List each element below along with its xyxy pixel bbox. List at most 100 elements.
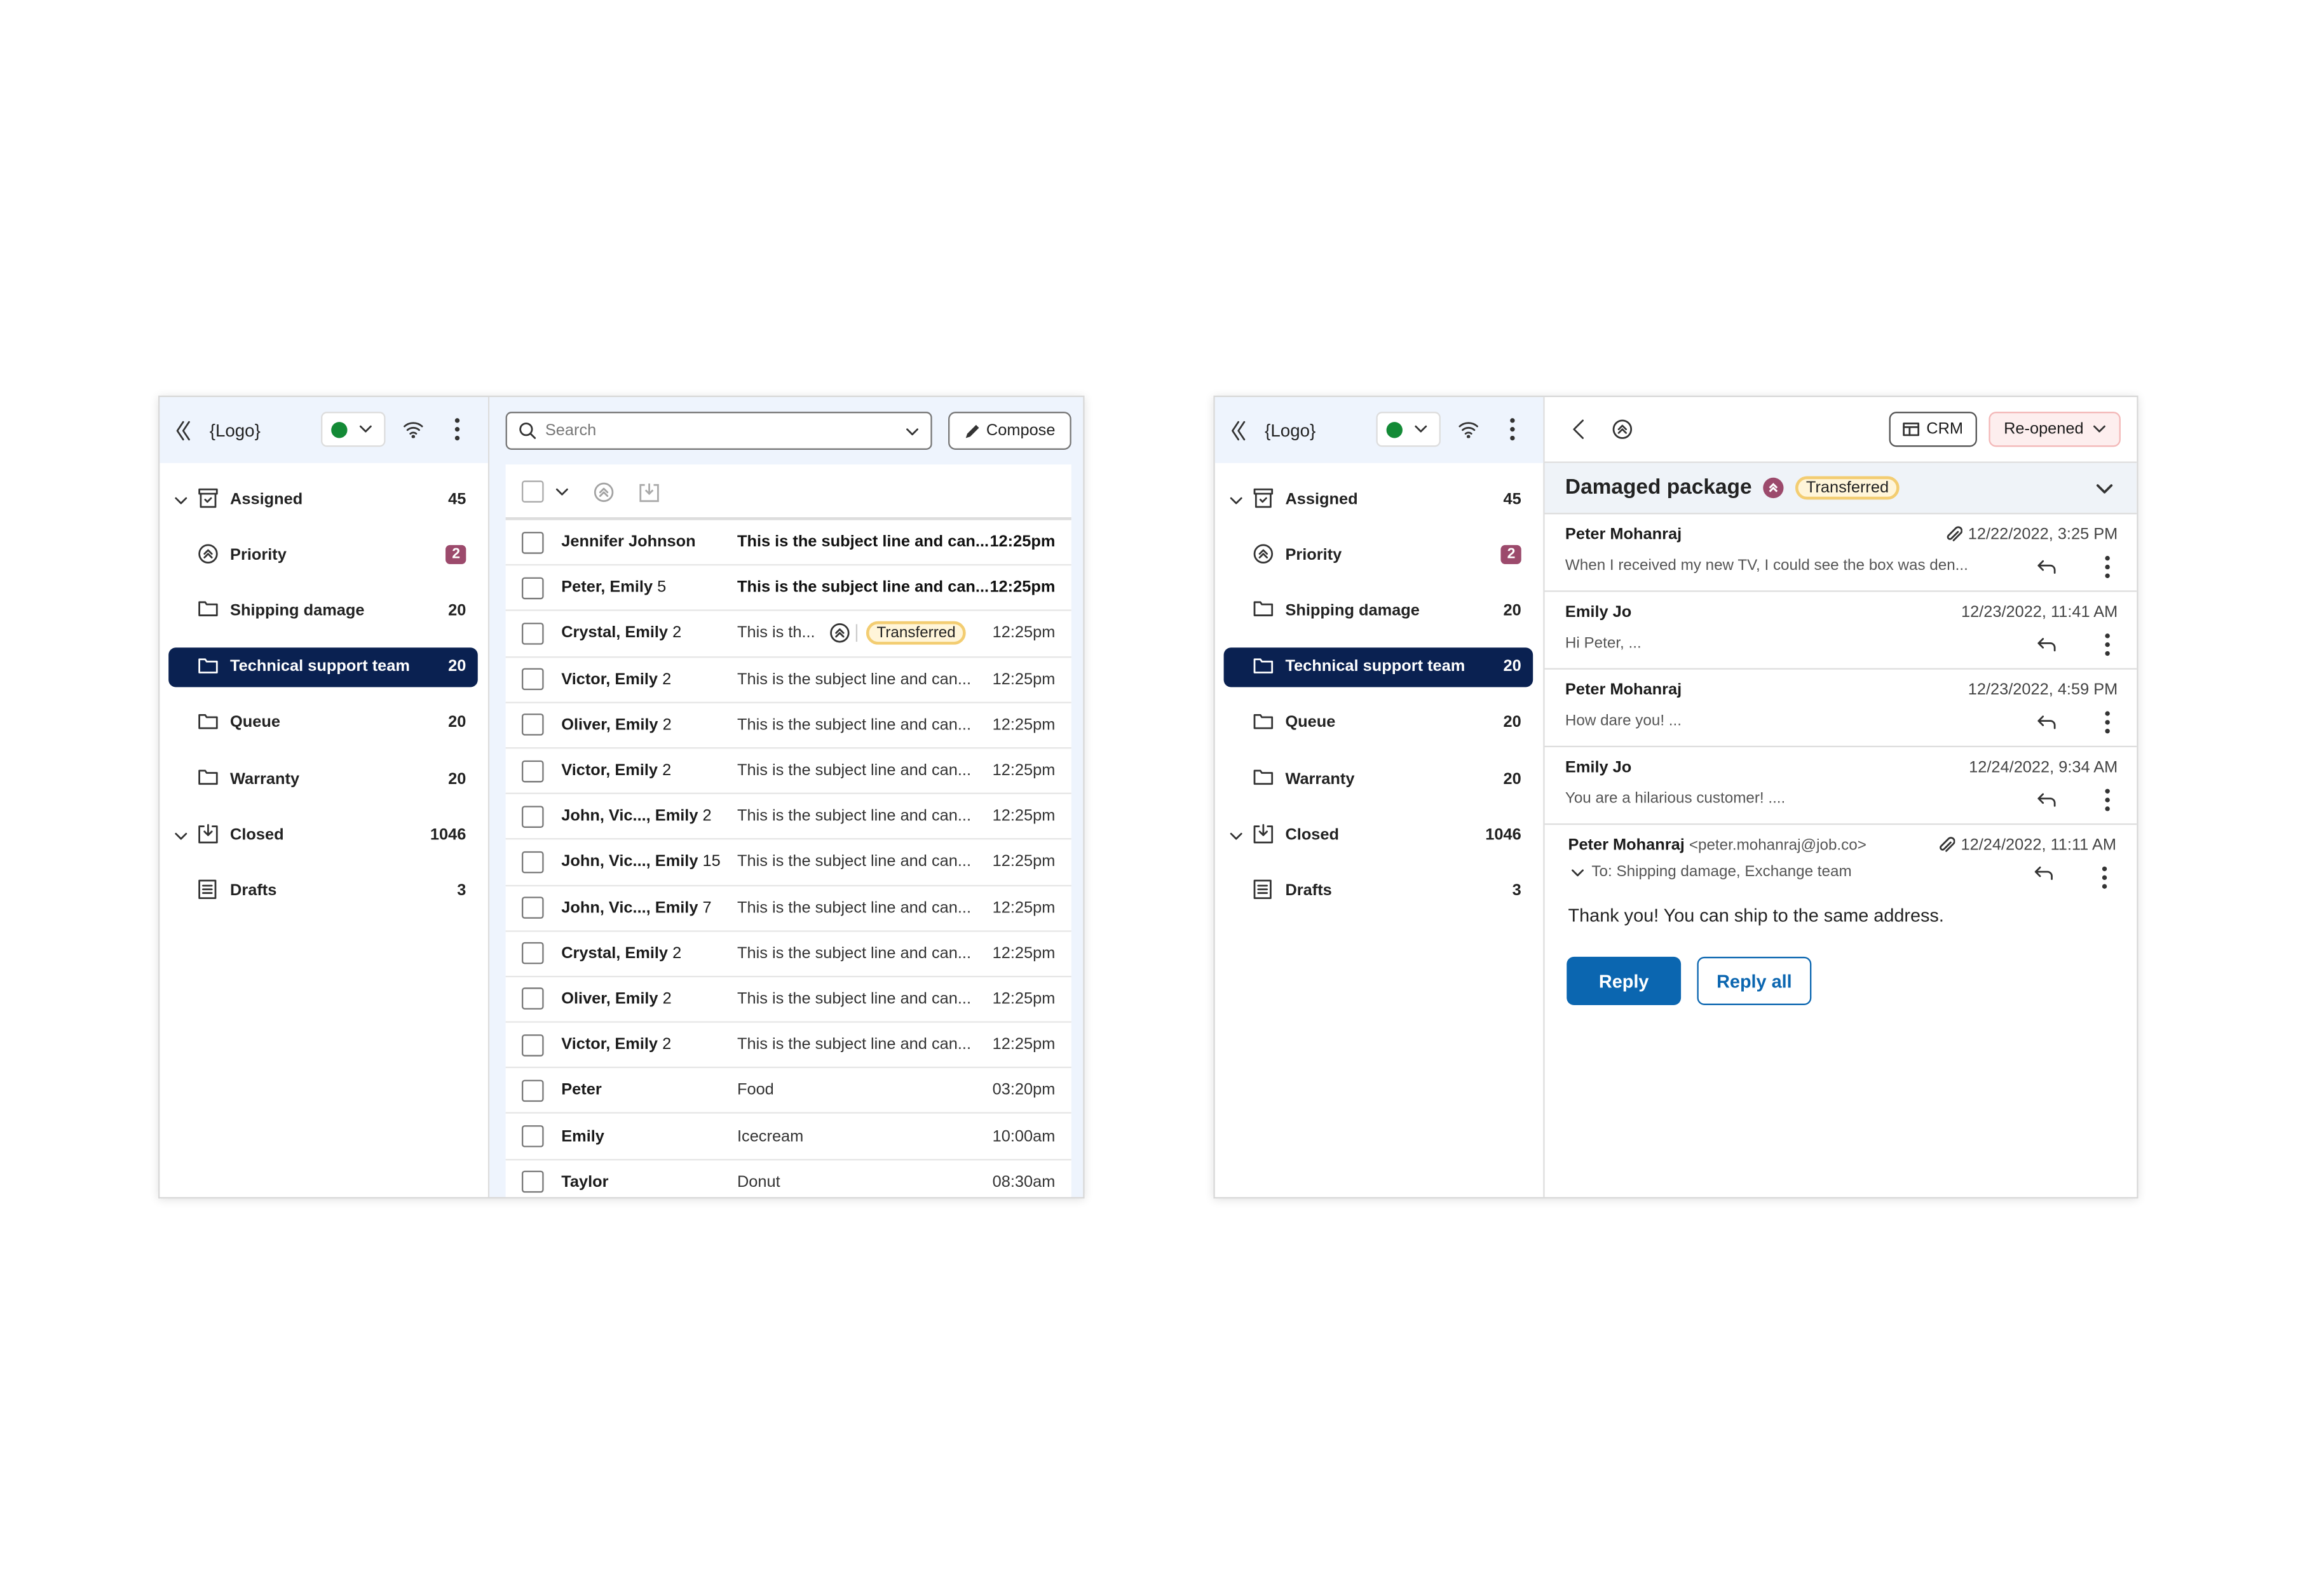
table-row[interactable]: John, Vic..., Emily 2 This is the subjec… xyxy=(505,794,1071,841)
status-dropdown[interactable] xyxy=(321,412,386,447)
select-all-checkbox[interactable] xyxy=(521,480,544,503)
sidebar-item-label: Shipping damage xyxy=(230,602,365,620)
search-placeholder: Search xyxy=(545,422,597,440)
row-time: 08:30am xyxy=(992,1173,1056,1191)
sidebar-item-shipping-damage[interactable]: Shipping damage 20 xyxy=(168,591,478,630)
reply-icon[interactable] xyxy=(2037,788,2057,815)
chevron-down-icon[interactable] xyxy=(174,492,187,510)
select-options-dropdown[interactable] xyxy=(555,488,569,497)
compose-label: Compose xyxy=(986,422,1056,440)
connection-button[interactable] xyxy=(403,419,423,446)
sidebar-item-closed[interactable]: Closed 1046 xyxy=(168,815,478,855)
message-preview: Hi Peter, ... xyxy=(1565,634,1642,653)
message-date-text: 12/23/2022, 11:41 AM xyxy=(1961,604,2118,621)
priority-action-button[interactable] xyxy=(594,482,614,503)
row-checkbox[interactable] xyxy=(521,988,544,1010)
sidebar-item-assigned[interactable]: Assigned 45 xyxy=(168,479,478,518)
reply-all-button[interactable]: Reply all xyxy=(1697,956,1812,1005)
table-row[interactable]: Jennifer Johnson This is the subject lin… xyxy=(505,520,1071,566)
table-row[interactable]: Oliver, Emily 2 This is the subject line… xyxy=(505,977,1071,1023)
table-row[interactable]: Victor, Emily 2 This is the subject line… xyxy=(505,657,1071,703)
recipients-toggle[interactable] xyxy=(1571,869,1584,878)
row-time: 12:25pm xyxy=(992,762,1056,780)
sidebar-item-queue[interactable]: Queue 20 xyxy=(168,703,478,742)
search-input[interactable]: Search xyxy=(505,412,932,450)
message-item[interactable]: Peter Mohanraj 12/22/2022, 3:25 PM When … xyxy=(1544,514,2137,592)
expand-details-button[interactable] xyxy=(2096,484,2114,495)
item-count: 45 xyxy=(1503,490,1521,508)
back-button[interactable] xyxy=(1572,419,1586,440)
row-checkbox[interactable] xyxy=(521,896,544,919)
collapse-sidebar-button[interactable] xyxy=(1230,420,1248,440)
more-options-button[interactable] xyxy=(1509,417,1515,448)
sidebar-item-warranty[interactable]: Warranty 20 xyxy=(1224,759,1533,799)
collapse-sidebar-button[interactable] xyxy=(174,420,192,440)
kebab-icon[interactable] xyxy=(2105,633,2111,663)
message-item[interactable]: Peter Mohanraj 12/23/2022, 4:59 PM How d… xyxy=(1544,669,2137,748)
kebab-icon[interactable] xyxy=(2105,788,2111,819)
compose-button[interactable]: Compose xyxy=(948,412,1071,450)
sidebar-item-priority[interactable]: Priority 2 xyxy=(1224,535,1533,574)
row-checkbox[interactable] xyxy=(521,531,544,553)
status-dropdown[interactable] xyxy=(1376,412,1441,447)
row-checkbox[interactable] xyxy=(521,1125,544,1147)
item-count: 20 xyxy=(1503,769,1521,788)
sidebar-item-warranty[interactable]: Warranty 20 xyxy=(168,759,478,799)
row-checkbox[interactable] xyxy=(521,668,544,691)
message-item[interactable]: Emily Jo 12/23/2022, 11:41 AM Hi Peter, … xyxy=(1544,592,2137,670)
table-row[interactable]: John, Vic..., Emily 15 This is the subje… xyxy=(505,840,1071,886)
search-options-dropdown[interactable] xyxy=(906,423,919,441)
row-checkbox[interactable] xyxy=(521,1079,544,1102)
row-checkbox[interactable] xyxy=(521,713,544,736)
row-checkbox[interactable] xyxy=(521,1034,544,1056)
kebab-icon[interactable] xyxy=(2102,866,2107,889)
row-sender: Jennifer Johnson xyxy=(561,534,695,551)
message-item[interactable]: Emily Jo 12/24/2022, 9:34 AM You are a h… xyxy=(1544,747,2137,825)
table-row[interactable]: Taylor Donut 08:30am xyxy=(506,1160,1071,1198)
table-row[interactable]: John, Vic..., Emily 7 This is the subjec… xyxy=(505,886,1071,931)
sidebar-item-technical-support-team[interactable]: Technical support team 20 xyxy=(168,647,478,687)
table-row[interactable]: Victor, Emily 2 This is the subject line… xyxy=(505,748,1071,795)
table-row[interactable]: Peter, Emily 5 This is the subject line … xyxy=(505,566,1071,612)
sidebar-item-queue[interactable]: Queue 20 xyxy=(1224,703,1533,742)
more-options-button[interactable] xyxy=(454,417,460,448)
chevron-down-icon[interactable] xyxy=(174,828,187,846)
chevron-down-icon[interactable] xyxy=(1230,828,1243,846)
table-row[interactable]: Crystal, Emily 2 This is the subject lin… xyxy=(505,931,1071,977)
row-checkbox[interactable] xyxy=(521,759,544,782)
table-row[interactable]: Peter Food 03:20pm xyxy=(505,1069,1071,1114)
priority-icon xyxy=(1253,544,1274,569)
sidebar-item-closed[interactable]: Closed 1046 xyxy=(1224,815,1533,855)
table-row[interactable]: Emily Icecream 10:00am xyxy=(505,1114,1071,1160)
sidebar-item-shipping-damage[interactable]: Shipping damage 20 xyxy=(1224,591,1533,630)
reply-icon[interactable] xyxy=(2037,710,2057,737)
table-row[interactable]: Crystal, Emily 2 This is th... Transferr… xyxy=(505,612,1071,658)
kebab-icon[interactable] xyxy=(2105,555,2111,586)
reply-icon[interactable] xyxy=(2034,866,2055,881)
folder-icon xyxy=(198,656,218,678)
crm-icon xyxy=(1903,422,1921,436)
reply-icon[interactable] xyxy=(2037,555,2057,582)
kebab-icon[interactable] xyxy=(2105,710,2111,741)
crm-button[interactable]: CRM xyxy=(1889,412,1977,447)
sidebar-item-priority[interactable]: Priority 2 xyxy=(168,535,478,574)
table-row[interactable]: Victor, Emily 2 This is the subject line… xyxy=(505,1023,1071,1069)
chevron-down-icon[interactable] xyxy=(1230,492,1243,510)
connection-button[interactable] xyxy=(1458,419,1479,446)
row-checkbox[interactable] xyxy=(521,851,544,874)
reply-icon[interactable] xyxy=(2037,633,2057,659)
sidebar-item-drafts[interactable]: Drafts 3 xyxy=(1224,871,1533,910)
status-dropdown-reopened[interactable]: Re-opened xyxy=(1989,412,2121,447)
priority-toggle-button[interactable] xyxy=(1612,419,1633,440)
sidebar-item-technical-support-team[interactable]: Technical support team 20 xyxy=(1223,647,1533,687)
row-checkbox[interactable] xyxy=(521,577,544,599)
row-checkbox[interactable] xyxy=(521,623,544,645)
sidebar-item-assigned[interactable]: Assigned 45 xyxy=(1224,479,1533,518)
row-checkbox[interactable] xyxy=(521,805,544,828)
row-checkbox[interactable] xyxy=(521,1171,544,1193)
reply-button[interactable]: Reply xyxy=(1567,956,1682,1005)
sidebar-item-drafts[interactable]: Drafts 3 xyxy=(168,871,478,910)
table-row[interactable]: Oliver, Emily 2 This is the subject line… xyxy=(505,703,1071,749)
archive-button[interactable] xyxy=(639,482,659,503)
row-checkbox[interactable] xyxy=(521,942,544,965)
